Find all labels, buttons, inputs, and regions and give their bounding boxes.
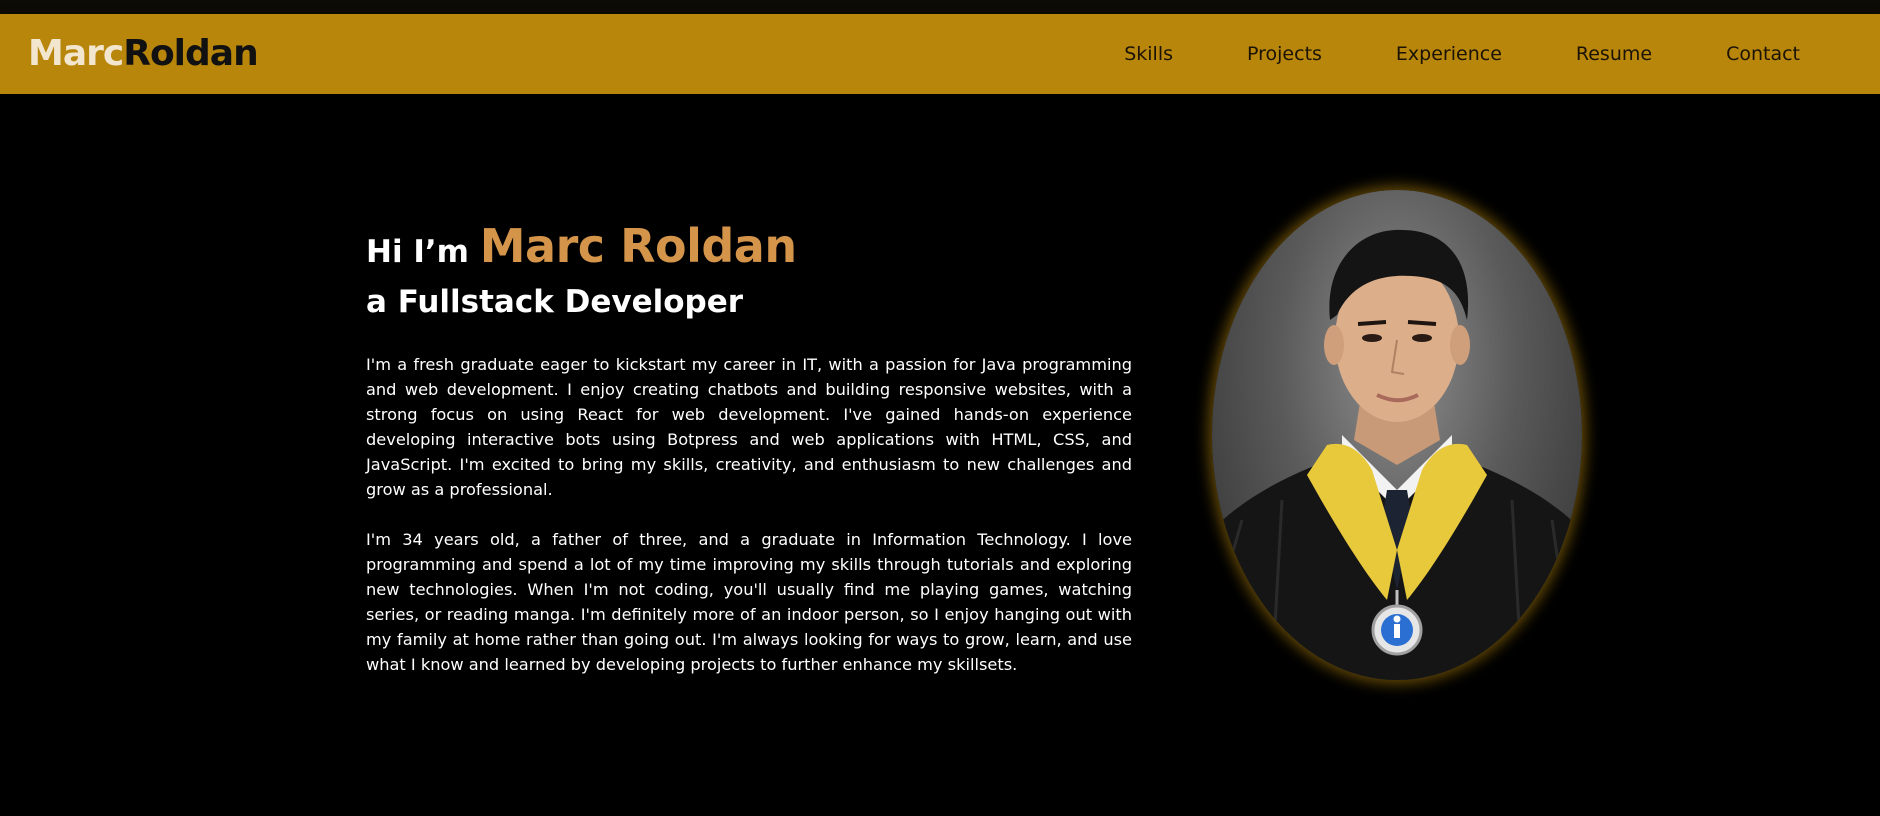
greeting-text: Hi I’m — [366, 234, 469, 270]
graduate-portrait-icon — [1212, 229, 1582, 680]
hero-intro: Hi I’m Marc Roldan a Fullstack Developer… — [366, 216, 1132, 677]
nav-link-contact[interactable]: Contact — [1726, 43, 1800, 65]
nav-link-experience[interactable]: Experience — [1396, 43, 1502, 65]
site-logo[interactable]: MarcRoldan — [28, 32, 259, 76]
logo-last-name: Roldan — [123, 33, 258, 74]
bio-paragraph-2: I'm 34 years old, a father of three, and… — [366, 530, 1132, 674]
nav-link-resume[interactable]: Resume — [1576, 43, 1652, 65]
hero-role: a Fullstack Developer — [366, 284, 744, 320]
logo-first-name: Marc — [28, 33, 124, 74]
hero-name: Marc Roldan — [479, 219, 797, 273]
top-edge-strip — [0, 0, 1880, 14]
navbar: MarcRoldan Skills Projects Experience Re… — [0, 14, 1880, 94]
profile-photo — [1212, 190, 1582, 680]
bio-paragraph-1: I'm a fresh graduate eager to kickstart … — [366, 355, 1132, 499]
nav-menu: Skills Projects Experience Resume Contac… — [1050, 14, 1800, 94]
hero-greeting: Hi I’m Marc Roldan — [366, 216, 1132, 282]
nav-link-projects[interactable]: Projects — [1247, 43, 1322, 65]
nav-link-skills[interactable]: Skills — [1124, 43, 1173, 65]
